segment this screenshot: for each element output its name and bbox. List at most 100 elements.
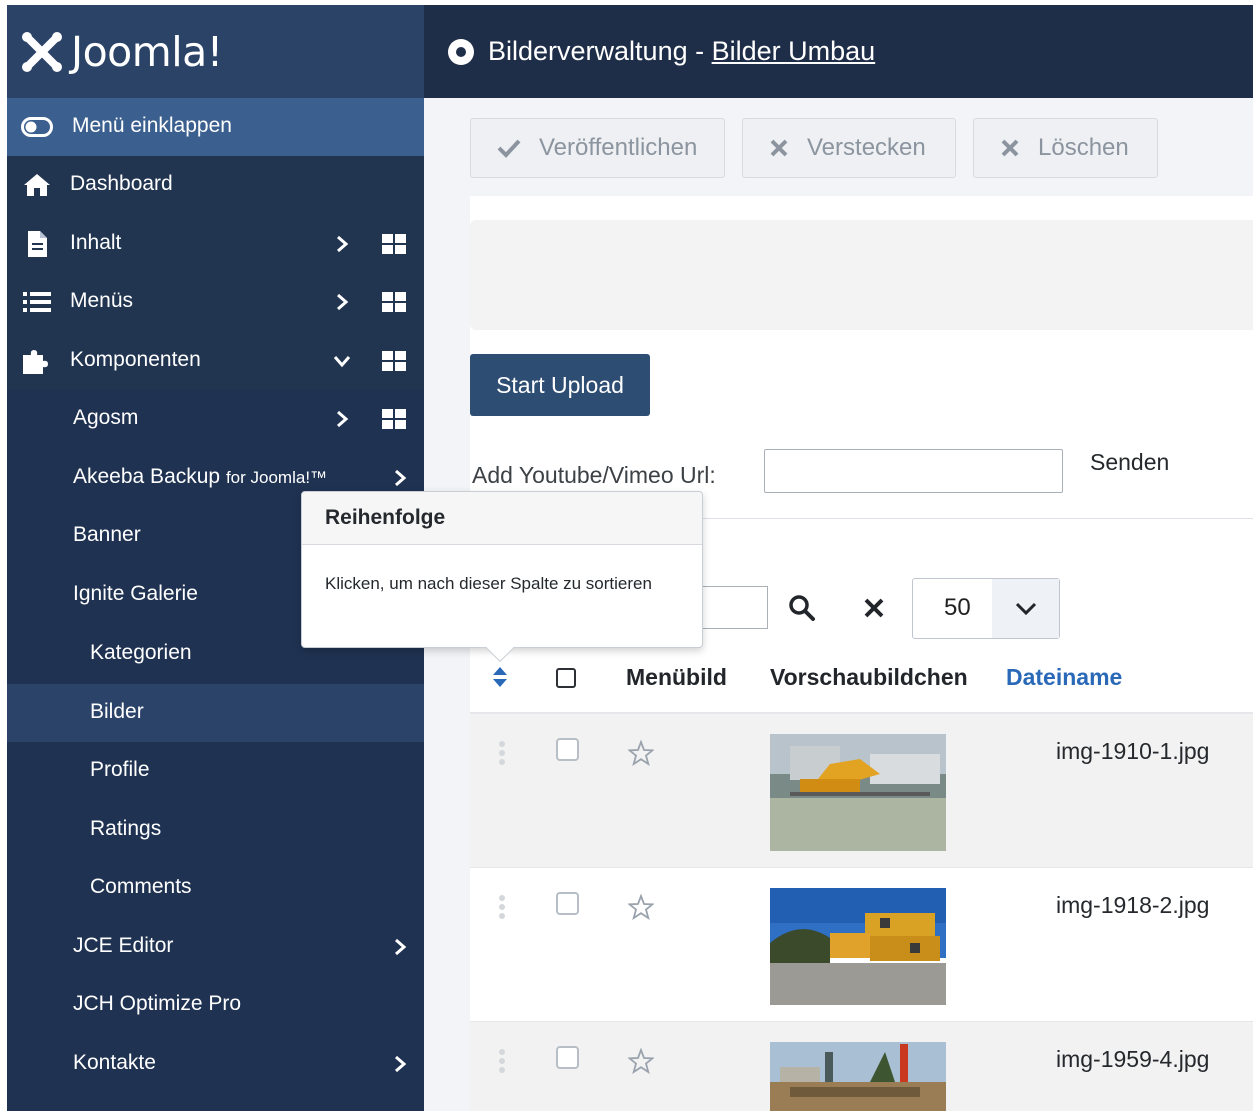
publish-button[interactable]: Veröffentlichen: [470, 118, 725, 178]
sidebar-item-label: Kategorien: [90, 641, 192, 664]
thumbnail-image[interactable]: [770, 1042, 946, 1111]
dot-circle-icon: [448, 38, 474, 65]
sidebar-item-label: Ignite Galerie: [73, 582, 198, 605]
sidebar-item-label: JCE Editor: [73, 934, 174, 957]
sidebar-item-label: Komponenten: [70, 348, 201, 371]
youtube-url-label: Add Youtube/Vimeo Url:: [472, 462, 716, 488]
list-limit-select[interactable]: 50: [912, 578, 1060, 639]
chevron-right-icon[interactable]: [332, 292, 352, 312]
menu-collapse-label: Menü einklappen: [72, 114, 232, 137]
star-icon[interactable]: [628, 740, 654, 766]
send-button[interactable]: Senden: [1090, 449, 1169, 476]
home-icon: [21, 171, 53, 199]
sidebar-item-menus[interactable]: Menüs: [7, 273, 424, 331]
select-all-checkbox[interactable]: [556, 668, 576, 688]
sidebar-item-bilder[interactable]: Bilder: [7, 684, 424, 742]
sidebar-item-label: Comments: [90, 875, 192, 898]
table-row: img-1918-2.jpg: [470, 868, 1253, 1022]
page-title-link[interactable]: Bilder Umbau: [712, 36, 876, 66]
puzzle-icon: [21, 347, 53, 375]
delete-button[interactable]: Löschen: [973, 118, 1158, 178]
row-checkbox[interactable]: [556, 738, 579, 761]
table-row: img-1959-4.jpg: [470, 1022, 1253, 1111]
sidebar-item-dashboard[interactable]: Dashboard: [7, 156, 424, 214]
sidebar-item-inhalt[interactable]: Inhalt: [7, 215, 424, 273]
column-header-menu-image[interactable]: Menübild: [626, 664, 727, 691]
dashboard-grid-icon[interactable]: [382, 234, 406, 254]
dashboard-grid-icon[interactable]: [382, 351, 406, 371]
sidebar-item-agosm[interactable]: Agosm: [7, 390, 424, 448]
chevron-down-icon: [992, 579, 1059, 638]
close-icon: [770, 139, 788, 157]
sidebar-item-comments[interactable]: Comments: [7, 859, 424, 917]
table-row: img-1910-1.jpg: [470, 714, 1253, 868]
content-panel: Start Upload Add Youtube/Vimeo Url: Send…: [470, 196, 1253, 1111]
sidebar-item-label: Ratings: [90, 817, 162, 840]
upload-dropzone[interactable]: [470, 220, 1253, 330]
dashboard-grid-icon[interactable]: [382, 292, 406, 312]
filename[interactable]: img-1959-4.jpg: [1056, 1046, 1209, 1073]
joomla-logo-icon: [19, 29, 65, 75]
sidebar-item-label: Menüs: [70, 289, 134, 312]
drag-handle-icon[interactable]: [498, 740, 506, 766]
row-checkbox[interactable]: [556, 1046, 579, 1069]
sidebar-item-label: Banner: [73, 523, 141, 546]
sidebar-item-label: Inhalt: [70, 231, 122, 254]
search-icon[interactable]: [788, 594, 816, 622]
list-limit-value: 50: [944, 594, 971, 621]
dashboard-grid-icon[interactable]: [382, 409, 406, 429]
sidebar-item-profile[interactable]: Profile: [7, 742, 424, 800]
hide-button[interactable]: Verstecken: [742, 118, 956, 178]
sidebar-item-label: Agosm: [73, 406, 139, 429]
sidebar-item-kontakte[interactable]: Kontakte: [7, 1035, 424, 1093]
hide-button-label: Verstecken: [807, 134, 926, 161]
akeeba-suffix: for Joomla!™: [225, 468, 328, 487]
close-icon: [1001, 139, 1019, 157]
sidebar-item-komponenten[interactable]: Komponenten: [7, 332, 424, 390]
chevron-right-icon[interactable]: [390, 468, 410, 488]
sidebar-item-label: JCH Optimize Pro: [73, 992, 242, 1015]
column-header-filename[interactable]: Dateiname: [1006, 664, 1122, 691]
chevron-right-icon[interactable]: [332, 234, 352, 254]
table-header: Menübild Vorschaubildchen Dateiname: [470, 639, 1253, 714]
sort-tooltip: Reihenfolge Klicken, um nach dieser Spal…: [301, 491, 703, 663]
filename[interactable]: img-1910-1.jpg: [1056, 738, 1209, 765]
sort-icon[interactable]: [492, 666, 508, 688]
filename[interactable]: img-1918-2.jpg: [1056, 892, 1209, 919]
tooltip-title: Reihenfolge: [302, 492, 702, 545]
sidebar-item-ratings[interactable]: Ratings: [7, 801, 424, 859]
youtube-url-input[interactable]: [764, 449, 1063, 493]
sidebar-item-label: Kontakte: [73, 1051, 156, 1074]
clear-icon[interactable]: [862, 596, 886, 620]
sidebar-item-label: Akeeba Backup for Joomla!™: [73, 465, 327, 489]
delete-button-label: Löschen: [1038, 134, 1129, 161]
start-upload-button[interactable]: Start Upload: [470, 354, 650, 416]
star-icon[interactable]: [628, 1048, 654, 1074]
page-title-prefix: Bilderverwaltung -: [488, 36, 712, 66]
drag-handle-icon[interactable]: [498, 894, 506, 920]
akeeba-label: Akeeba Backup: [73, 465, 221, 488]
menu-collapse-toggle[interactable]: Menü einklappen: [7, 98, 424, 156]
column-header-thumbnail: Vorschaubildchen: [770, 664, 968, 690]
list-icon: [21, 288, 53, 316]
thumbnail-image[interactable]: [770, 888, 946, 1005]
check-icon: [497, 139, 521, 158]
brand-logo[interactable]: Joomla!: [7, 5, 424, 98]
thumbnail-image[interactable]: [770, 734, 946, 851]
sidebar-item-label: Profile: [90, 758, 150, 781]
star-icon[interactable]: [628, 894, 654, 920]
chevron-down-icon[interactable]: [332, 351, 352, 371]
chevron-right-icon[interactable]: [332, 409, 352, 429]
sidebar-item-jch-optimize-pro[interactable]: JCH Optimize Pro: [7, 976, 424, 1034]
sidebar-item-jce-editor[interactable]: JCE Editor: [7, 918, 424, 976]
chevron-right-icon[interactable]: [390, 937, 410, 957]
drag-handle-icon[interactable]: [498, 1048, 506, 1074]
row-checkbox[interactable]: [556, 892, 579, 915]
file-icon: [21, 230, 53, 258]
toolbar: Veröffentlichen Verstecken Löschen: [424, 98, 1253, 196]
brand-name: Joomla!: [71, 27, 223, 76]
page-title: Bilderverwaltung - Bilder Umbau: [488, 36, 875, 67]
publish-button-label: Veröffentlichen: [539, 134, 698, 161]
sidebar-item-label: Dashboard: [70, 172, 173, 195]
chevron-right-icon[interactable]: [390, 1054, 410, 1074]
